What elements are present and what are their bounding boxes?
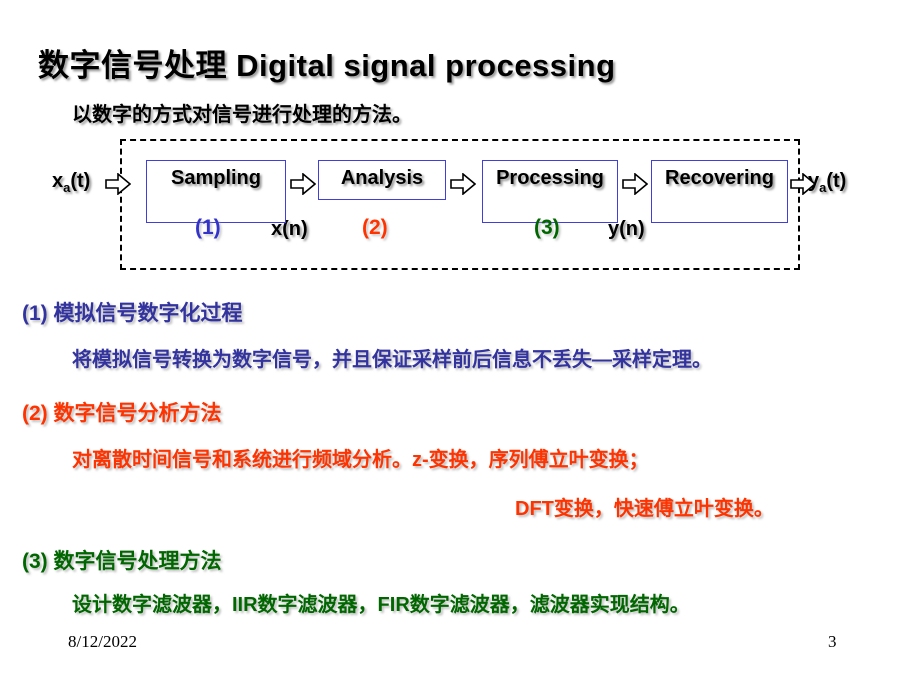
section-2-line-2: DFT变换，快速傅立叶变换。 bbox=[515, 498, 774, 520]
diagram-block-sampling: Sampling bbox=[146, 160, 286, 223]
section-3-heading: (3) 数字信号处理方法 bbox=[22, 550, 222, 573]
input-signal-label: xa(t) bbox=[52, 170, 90, 195]
section-3-line-1: 设计数字滤波器，IIR数字滤波器，FIR数字滤波器，滤波器实现结构。 bbox=[72, 594, 690, 616]
intermediate-signal-xn: x(n) bbox=[271, 218, 308, 240]
input-signal-base: x bbox=[52, 170, 64, 192]
diagram-block-label-sampling: Sampling bbox=[170, 167, 261, 189]
section-2-heading: (2) 数字信号分析方法 bbox=[22, 402, 222, 425]
page-subtitle: 以数字的方式对信号进行处理的方法。 bbox=[72, 104, 412, 126]
slide-canvas: 数字信号处理 Digital signal processing 以数字的方式对… bbox=[0, 0, 920, 690]
diagram-block-recovering: Recovering bbox=[651, 160, 788, 223]
diagram-block-analysis: Analysis bbox=[318, 160, 446, 200]
section-2-line-1: 对离散时间信号和系统进行频域分析。z-变换，序列傅立叶变换； bbox=[72, 449, 649, 471]
flow-arrow-icon-1 bbox=[105, 173, 131, 195]
section-1-heading: (1) 模拟信号数字化过程 bbox=[22, 302, 243, 325]
output-signal-label: ya(t) bbox=[808, 170, 846, 195]
flow-arrow-icon-3 bbox=[450, 173, 476, 195]
footer-date: 8/12/2022 bbox=[68, 632, 137, 651]
output-signal-subscript: a bbox=[819, 180, 827, 195]
output-signal-base: y bbox=[808, 170, 820, 192]
diagram-block-processing: Processing bbox=[482, 160, 618, 223]
footer-page-number: 3 bbox=[828, 632, 837, 651]
flow-arrow-icon-2 bbox=[290, 173, 316, 195]
diagram-block-label-processing: Processing bbox=[496, 167, 604, 189]
diagram-block-label-recovering: Recovering bbox=[665, 167, 774, 189]
diagram-dashed-frame bbox=[120, 139, 800, 270]
diagram-step-number-3: (3) bbox=[534, 216, 560, 239]
input-signal-subscript: a bbox=[63, 180, 71, 195]
intermediate-signal-yn: y(n) bbox=[608, 218, 645, 240]
input-signal-arg: (t) bbox=[70, 170, 91, 192]
page-title: 数字信号处理 Digital signal processing bbox=[38, 48, 616, 83]
output-signal-arg: (t) bbox=[826, 170, 847, 192]
flow-arrow-icon-5 bbox=[790, 173, 816, 195]
diagram-block-label-analysis: Analysis bbox=[340, 167, 424, 189]
flow-arrow-icon-4 bbox=[622, 173, 648, 195]
diagram-step-number-2: (2) bbox=[362, 216, 388, 239]
diagram-step-number-1: (1) bbox=[195, 216, 221, 239]
section-1-line-1: 将模拟信号转换为数字信号，并且保证采样前后信息不丢失—采样定理。 bbox=[72, 349, 712, 371]
